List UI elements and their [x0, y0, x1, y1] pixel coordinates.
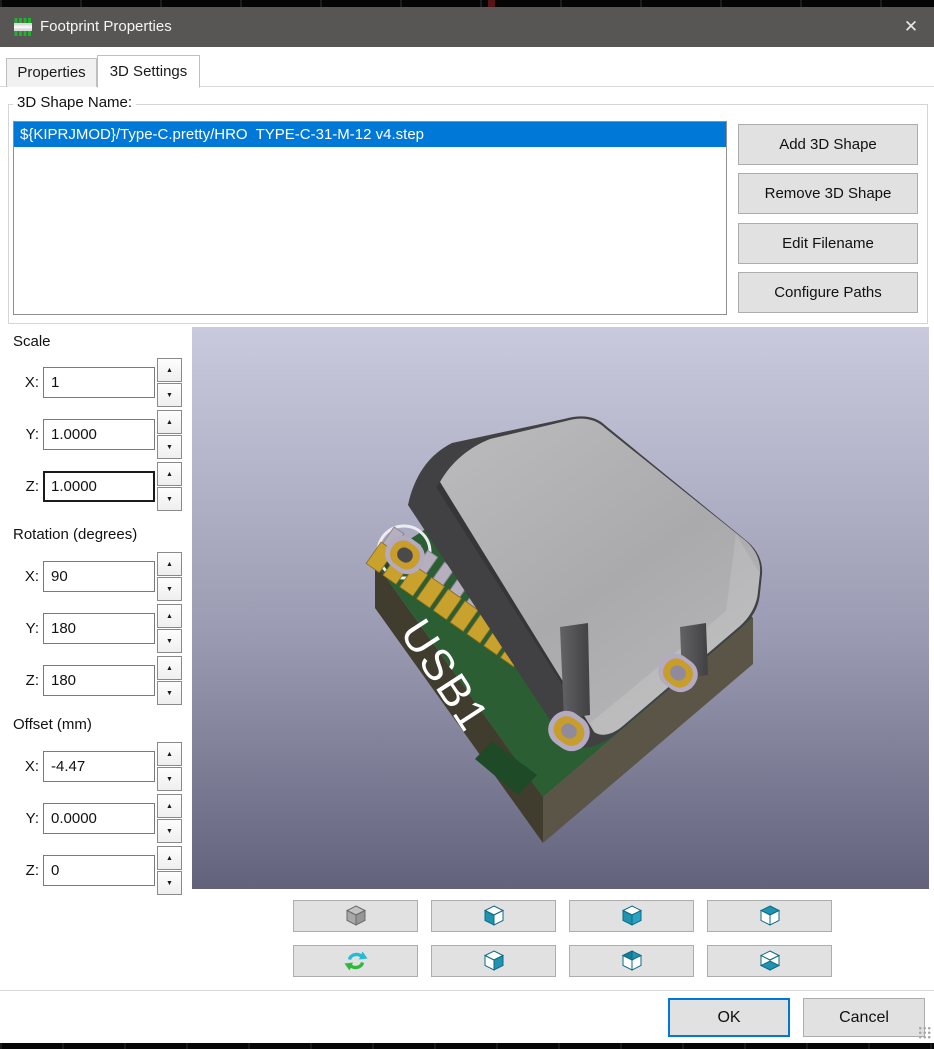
scale-section-label: Scale — [13, 333, 51, 351]
edit-filename-button[interactable]: Edit Filename — [738, 223, 918, 264]
offset-x-label: X: — [13, 751, 39, 782]
rotation-x-row: X: ▲▼ — [13, 561, 185, 592]
offset-y-input[interactable] — [43, 803, 155, 834]
offset-y-spin-up[interactable]: ▲ — [157, 794, 182, 818]
iso-cube-icon — [343, 903, 369, 929]
front-face-cube-icon — [619, 903, 645, 929]
shape-list[interactable]: ${KIPRJMOD}/Type-C.pretty/HRO TYPE-C-31-… — [13, 121, 727, 315]
rotation-z-spin-up[interactable]: ▲ — [157, 656, 182, 680]
offset-z-spin-down[interactable]: ▼ — [157, 871, 182, 895]
back-face-cube-icon — [619, 948, 645, 974]
scale-x-input[interactable] — [43, 367, 155, 398]
offset-x-row: X: ▲▼ — [13, 751, 185, 782]
right-view-button[interactable] — [431, 945, 556, 977]
scale-z-row: Z: ▲▼ — [13, 471, 185, 502]
rotation-y-spin-down[interactable]: ▼ — [157, 629, 182, 653]
rotation-x-label: X: — [13, 561, 39, 592]
footer-divider — [0, 990, 934, 991]
right-face-cube-icon — [481, 948, 507, 974]
scale-y-spin-up[interactable]: ▲ — [157, 410, 182, 434]
offset-y-row: Y: ▲▼ — [13, 803, 185, 834]
scale-x-spin-up[interactable]: ▲ — [157, 358, 182, 382]
refresh-view-button[interactable] — [293, 945, 418, 977]
footprint-icon — [13, 17, 33, 37]
left-view-button[interactable] — [431, 900, 556, 932]
add-3d-shape-button[interactable]: Add 3D Shape — [738, 124, 918, 165]
bottom-face-cube-icon — [757, 948, 783, 974]
rotation-x-spin-up[interactable]: ▲ — [157, 552, 182, 576]
ok-button[interactable]: OK — [668, 998, 790, 1037]
rotation-y-input[interactable] — [43, 613, 155, 644]
tab-3d-settings[interactable]: 3D Settings — [97, 55, 200, 88]
shape-list-item[interactable]: ${KIPRJMOD}/Type-C.pretty/HRO TYPE-C-31-… — [14, 122, 726, 147]
offset-section-label: Offset (mm) — [13, 716, 92, 734]
tab-properties[interactable]: Properties — [6, 58, 97, 87]
offset-x-spin-down[interactable]: ▼ — [157, 767, 182, 791]
offset-y-label: Y: — [13, 803, 39, 834]
rotation-y-spin-up[interactable]: ▲ — [157, 604, 182, 628]
dialog-body: Properties 3D Settings 3D Shape Name: ${… — [0, 47, 934, 1043]
refresh-view-icon — [343, 948, 369, 974]
scale-x-spin-down[interactable]: ▼ — [157, 383, 182, 407]
window-title: Footprint Properties — [40, 7, 172, 47]
offset-x-spin-up[interactable]: ▲ — [157, 742, 182, 766]
screen: Footprint Properties ✕ Properties 3D Set… — [0, 0, 934, 1049]
rotation-y-label: Y: — [13, 613, 39, 644]
rotation-z-spin-down[interactable]: ▼ — [157, 681, 182, 705]
offset-z-label: Z: — [13, 855, 39, 886]
scale-z-input[interactable] — [43, 471, 155, 502]
scale-y-spin-down[interactable]: ▼ — [157, 435, 182, 459]
shape-name-group-title: 3D Shape Name: — [13, 94, 136, 111]
scale-y-input[interactable] — [43, 419, 155, 450]
rotation-section-label: Rotation (degrees) — [13, 526, 137, 544]
offset-y-spin-down[interactable]: ▼ — [157, 819, 182, 843]
front-view-button[interactable] — [569, 900, 694, 932]
ruler-origin-mark — [488, 0, 495, 7]
offset-z-spin-up[interactable]: ▲ — [157, 846, 182, 870]
rotation-z-row: Z: ▲▼ — [13, 665, 185, 696]
scale-y-label: Y: — [13, 419, 39, 450]
titlebar: Footprint Properties ✕ — [0, 7, 934, 47]
left-face-cube-icon — [481, 903, 507, 929]
scale-z-spin-down[interactable]: ▼ — [157, 487, 182, 511]
offset-z-row: Z: ▲▼ — [13, 855, 185, 886]
isometric-view-button[interactable] — [293, 900, 418, 932]
3d-preview-viewport[interactable]: USB1 — [192, 327, 929, 889]
background-app-strip — [0, 1043, 934, 1049]
rotation-z-input[interactable] — [43, 665, 155, 696]
resize-grip[interactable] — [918, 1026, 932, 1040]
scale-z-label: Z: — [13, 471, 39, 502]
close-button[interactable]: ✕ — [888, 7, 934, 47]
scale-y-row: Y: ▲▼ — [13, 419, 185, 450]
top-face-cube-icon — [757, 903, 783, 929]
scale-z-spin-up[interactable]: ▲ — [157, 462, 182, 486]
rotation-x-input[interactable] — [43, 561, 155, 592]
rotation-z-label: Z: — [13, 665, 39, 696]
top-view-button[interactable] — [707, 900, 832, 932]
background-app-ruler — [0, 0, 934, 7]
rotation-x-spin-down[interactable]: ▼ — [157, 577, 182, 601]
remove-3d-shape-button[interactable]: Remove 3D Shape — [738, 173, 918, 214]
scale-x-label: X: — [13, 367, 39, 398]
rotation-y-row: Y: ▲▼ — [13, 613, 185, 644]
back-view-button[interactable] — [569, 945, 694, 977]
offset-z-input[interactable] — [43, 855, 155, 886]
offset-x-input[interactable] — [43, 751, 155, 782]
bottom-view-button[interactable] — [707, 945, 832, 977]
configure-paths-button[interactable]: Configure Paths — [738, 272, 918, 313]
scale-x-row: X: ▲▼ — [13, 367, 185, 398]
cancel-button[interactable]: Cancel — [803, 998, 925, 1037]
